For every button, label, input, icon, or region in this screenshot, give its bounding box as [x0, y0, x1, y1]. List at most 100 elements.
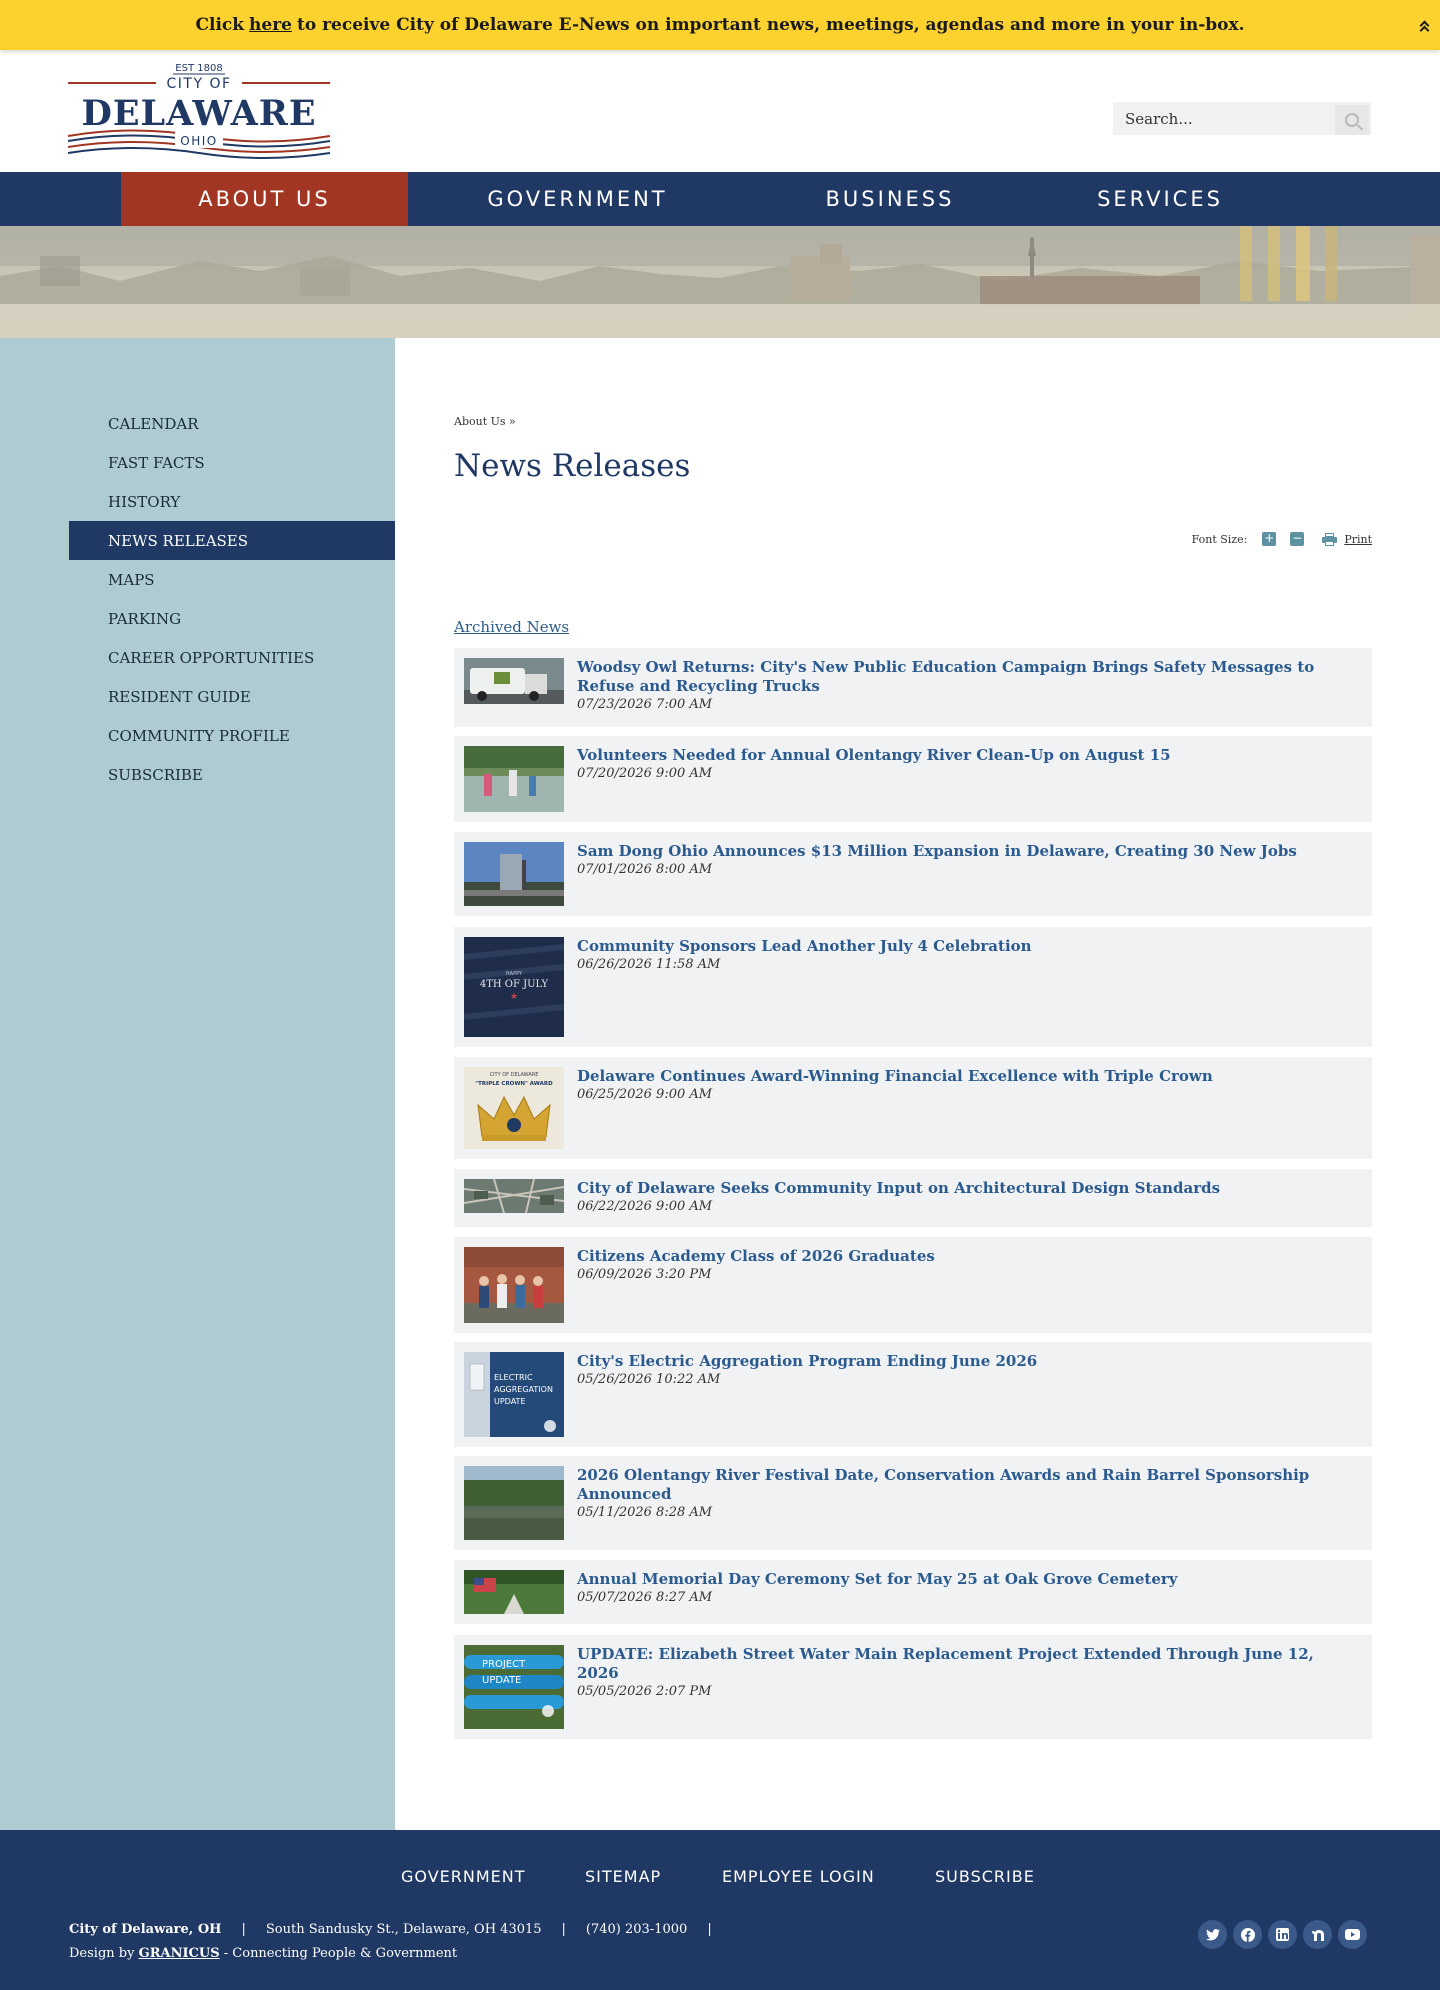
- linkedin-icon[interactable]: [1268, 1920, 1297, 1949]
- granicus-link[interactable]: GRANICUS: [139, 1946, 220, 1961]
- sidebar-item-maps[interactable]: MAPS: [69, 560, 395, 599]
- footer-phone[interactable]: (740) 203-1000: [586, 1922, 687, 1937]
- print-link[interactable]: Print: [1344, 533, 1372, 546]
- sidebar-item-history[interactable]: HISTORY: [69, 482, 395, 521]
- search-icon: [1345, 113, 1359, 127]
- search-input[interactable]: [1113, 102, 1323, 135]
- footer-link-government[interactable]: GOVERNMENT: [401, 1867, 526, 1886]
- search-box: [1113, 102, 1371, 135]
- archived-news-link[interactable]: Archived News: [454, 618, 569, 636]
- news-item[interactable]: Sam Dong Ohio Announces $13 Million Expa…: [454, 832, 1372, 916]
- news-item[interactable]: PROJECT UPDATE UPDATE: Elizabeth Street …: [454, 1635, 1372, 1739]
- news-item[interactable]: Volunteers Needed for Annual Olentangy R…: [454, 736, 1372, 822]
- svg-text:UPDATE: UPDATE: [494, 1397, 526, 1406]
- youtube-icon[interactable]: [1338, 1920, 1367, 1949]
- svg-text:HAPPY: HAPPY: [506, 971, 523, 977]
- font-increase-button[interactable]: +: [1262, 532, 1277, 546]
- alert-here-link[interactable]: here: [249, 15, 292, 35]
- news-title[interactable]: Annual Memorial Day Ceremony Set for May…: [577, 1570, 1352, 1589]
- footer-credit: Design by GRANICUS - Connecting People &…: [69, 1946, 458, 1961]
- news-date: 06/26/2026 11:58 AM: [577, 957, 721, 972]
- sidebar-item-community-profile[interactable]: COMMUNITY PROFILE: [69, 716, 395, 755]
- news-item[interactable]: City of Delaware Seeks Community Input o…: [454, 1169, 1372, 1227]
- nextdoor-icon[interactable]: [1303, 1920, 1332, 1949]
- news-thumbnail: [464, 842, 564, 906]
- news-date: 07/01/2026 8:00 AM: [577, 862, 713, 877]
- twitter-icon[interactable]: [1198, 1920, 1227, 1949]
- hero-banner: [0, 226, 1440, 338]
- sidebar-item-parking[interactable]: PARKING: [69, 599, 395, 638]
- svg-text:"TRIPLE CROWN" AWARD: "TRIPLE CROWN" AWARD: [475, 1081, 553, 1087]
- news-item[interactable]: 2026 Olentangy River Festival Date, Cons…: [454, 1456, 1372, 1550]
- enews-alert-bar: Click here to receive City of Delaware E…: [0, 0, 1440, 50]
- news-title[interactable]: UPDATE: Elizabeth Street Water Main Repl…: [577, 1645, 1352, 1683]
- news-title[interactable]: Volunteers Needed for Annual Olentangy R…: [577, 746, 1352, 765]
- news-item[interactable]: HAPPY 4TH OF JULY ★ Community Sponsors L…: [454, 927, 1372, 1047]
- collapse-alert-icon[interactable]: [1416, 20, 1432, 42]
- news-title[interactable]: Sam Dong Ohio Announces $13 Million Expa…: [577, 842, 1352, 861]
- alert-text: to receive City of Delaware E-News on im…: [296, 15, 1245, 35]
- sidebar-item-news-releases[interactable]: NEWS RELEASES: [69, 521, 395, 560]
- nav-services[interactable]: SERVICES: [1050, 172, 1270, 226]
- sidebar: CALENDAR FAST FACTS HISTORY NEWS RELEASE…: [0, 338, 395, 1830]
- news-thumbnail: [464, 746, 564, 812]
- breadcrumb[interactable]: About Us »: [454, 415, 516, 428]
- news-date: 05/07/2026 8:27 AM: [577, 1590, 713, 1605]
- news-item[interactable]: ELECTRIC AGGREGATION UPDATE City's Elect…: [454, 1342, 1372, 1447]
- svg-text:PROJECT: PROJECT: [482, 1659, 526, 1670]
- sidebar-item-calendar[interactable]: CALENDAR: [69, 404, 395, 443]
- nav-government[interactable]: GOVERNMENT: [440, 172, 715, 226]
- facebook-icon[interactable]: [1233, 1920, 1262, 1949]
- footer-link-sitemap[interactable]: SITEMAP: [585, 1867, 661, 1886]
- sidebar-item-subscribe[interactable]: SUBSCRIBE: [69, 755, 395, 794]
- news-title[interactable]: Citizens Academy Class of 2026 Graduates: [577, 1247, 1352, 1266]
- footer-contact: City of Delaware, OH | South Sandusky St…: [69, 1922, 712, 1937]
- svg-text:4TH OF JULY: 4TH OF JULY: [480, 979, 549, 990]
- news-title[interactable]: Community Sponsors Lead Another July 4 C…: [577, 937, 1352, 956]
- page-title: News Releases: [454, 448, 691, 484]
- news-item[interactable]: Woodsy Owl Returns: City's New Public Ed…: [454, 648, 1372, 727]
- svg-text:UPDATE: UPDATE: [482, 1675, 521, 1686]
- sidebar-item-career-opportunities[interactable]: CAREER OPPORTUNITIES: [69, 638, 395, 677]
- news-title[interactable]: Woodsy Owl Returns: City's New Public Ed…: [577, 658, 1352, 696]
- news-thumbnail: [464, 1179, 564, 1213]
- nav-about-us[interactable]: ABOUT US: [121, 172, 408, 226]
- site-header: EST 1808 CITY OF DELAWARE OHIO: [0, 50, 1440, 172]
- print-icon[interactable]: [1322, 533, 1338, 546]
- search-button[interactable]: [1335, 105, 1369, 135]
- logo-state: OHIO: [180, 134, 217, 148]
- news-date: 06/25/2026 9:00 AM: [577, 1087, 713, 1102]
- news-date: 06/09/2026 3:20 PM: [577, 1267, 712, 1282]
- news-date: 07/20/2026 9:00 AM: [577, 766, 713, 781]
- news-title[interactable]: Delaware Continues Award-Winning Financi…: [577, 1067, 1352, 1086]
- footer-nav: GOVERNMENT SITEMAP EMPLOYEE LOGIN SUBSCR…: [0, 1867, 1440, 1887]
- news-date: 06/22/2026 9:00 AM: [577, 1199, 713, 1214]
- news-title[interactable]: 2026 Olentangy River Festival Date, Cons…: [577, 1466, 1352, 1504]
- news-date: 07/23/2026 7:00 AM: [577, 697, 713, 712]
- news-item[interactable]: Citizens Academy Class of 2026 Graduates…: [454, 1237, 1372, 1333]
- news-thumbnail: [464, 1570, 564, 1614]
- logo-city-of: CITY OF: [166, 76, 231, 92]
- city-logo[interactable]: EST 1808 CITY OF DELAWARE OHIO: [67, 61, 331, 159]
- news-thumbnail: HAPPY 4TH OF JULY ★: [464, 937, 564, 1037]
- nav-business[interactable]: BUSINESS: [780, 172, 1000, 226]
- news-title[interactable]: City of Delaware Seeks Community Input o…: [577, 1179, 1352, 1198]
- footer-city: City of Delaware, OH: [69, 1922, 222, 1937]
- svg-text:ELECTRIC: ELECTRIC: [494, 1373, 533, 1382]
- footer-link-employee-login[interactable]: EMPLOYEE LOGIN: [722, 1867, 875, 1886]
- svg-text:AGGREGATION: AGGREGATION: [494, 1385, 553, 1394]
- news-date: 05/26/2026 10:22 AM: [577, 1372, 721, 1387]
- font-decrease-button[interactable]: −: [1290, 532, 1305, 546]
- news-item[interactable]: Annual Memorial Day Ceremony Set for May…: [454, 1560, 1372, 1624]
- news-thumbnail: CITY OF DELAWARE "TRIPLE CROWN" AWARD: [464, 1067, 564, 1149]
- svg-text:★: ★: [510, 992, 518, 1002]
- news-title[interactable]: City's Electric Aggregation Program Endi…: [577, 1352, 1352, 1371]
- sidebar-item-fast-facts[interactable]: FAST FACTS: [69, 443, 395, 482]
- site-footer: GOVERNMENT SITEMAP EMPLOYEE LOGIN SUBSCR…: [0, 1830, 1440, 1990]
- news-item[interactable]: CITY OF DELAWARE "TRIPLE CROWN" AWARD De…: [454, 1057, 1372, 1159]
- footer-link-subscribe[interactable]: SUBSCRIBE: [935, 1867, 1035, 1886]
- news-thumbnail: PROJECT UPDATE: [464, 1645, 564, 1729]
- news-thumbnail: [464, 1466, 564, 1540]
- sidebar-item-resident-guide[interactable]: RESIDENT GUIDE: [69, 677, 395, 716]
- news-thumbnail: [464, 1247, 564, 1323]
